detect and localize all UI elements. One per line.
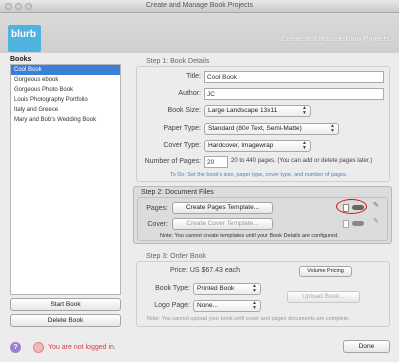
create-pages-template-button[interactable]: Create Pages Template... (172, 202, 273, 214)
step3-note: Note: You cannot upload your book until … (147, 316, 350, 322)
pages-edit-icon[interactable]: ✎ (373, 201, 379, 209)
start-book-button[interactable]: Start Book (10, 298, 121, 311)
close-window-button[interactable] (5, 3, 12, 10)
logo-page-value: None... (197, 302, 218, 309)
create-cover-template-button[interactable]: Create Cover Template... (172, 218, 273, 230)
paper-type-select[interactable]: Standard (80# Text, Semi-Matte) ▲ ▼ (204, 123, 339, 135)
zoom-window-button[interactable] (25, 3, 32, 10)
book-type-label: Book Type: (155, 285, 190, 292)
header-title: Create and Manage Book Projects (281, 36, 389, 43)
title-label: Title: (186, 73, 201, 80)
select-arrows-icon: ▲ ▼ (252, 300, 257, 311)
cover-type-select[interactable]: Hardcover, Imagewrap ▲ ▼ (204, 140, 311, 152)
book-item-italy-and-greece[interactable]: Italy and Greece (11, 105, 120, 115)
login-status-text: You are not logged in. (48, 344, 116, 351)
step2-pages-label: Pages: (146, 205, 168, 212)
title-field[interactable]: Cool Book (204, 71, 384, 83)
author-label: Author: (178, 90, 201, 97)
minimize-window-button[interactable] (15, 3, 22, 10)
pages-hint: 20 to 440 pages. (You can add or delete … (231, 158, 373, 164)
help-button[interactable]: ? (10, 342, 21, 353)
step2-title: Step 2: Document Files (141, 189, 214, 196)
book-item-mary-and-bobs-wedding-book[interactable]: Mary and Bob's Wedding Book (11, 115, 120, 125)
book-type-value: Printed Book (197, 285, 235, 292)
select-arrows-icon: ▲ ▼ (252, 283, 257, 294)
window-titlebar: Create and Manage Book Projects (0, 0, 399, 13)
author-field[interactable]: JC (204, 88, 384, 100)
price-text: Price: US $67.43 each (170, 267, 241, 274)
cover-edit-icon[interactable]: ✎ (373, 217, 379, 225)
book-item-gorgeous-ebook[interactable]: Gorgeous ebook (11, 75, 120, 85)
book-size-value: Large Landscape 13x11 (208, 107, 278, 114)
book-item-cool-book[interactable]: Cool Book (11, 65, 120, 75)
book-size-select[interactable]: Large Landscape 13x11 ▲ ▼ (204, 105, 311, 117)
step2-note: Note: You cannot create templates until … (160, 233, 339, 239)
app-header (0, 13, 399, 53)
logo-text: blurb (11, 29, 36, 40)
pages-link-icon[interactable] (352, 205, 364, 210)
volume-pricing-button[interactable]: Volume Pricing (299, 266, 352, 277)
window-title: Create and Manage Book Projects (145, 2, 253, 9)
select-arrows-icon: ▲ ▼ (302, 140, 307, 151)
book-item-gorgeous-photo-book[interactable]: Gorgeous Photo Book (11, 85, 120, 95)
delete-book-button[interactable]: Delete Book (10, 314, 121, 327)
step3-title: Step 3: Order Book (146, 253, 206, 260)
book-size-label: Book Size: (167, 107, 201, 114)
login-status-icon (33, 342, 44, 353)
step2-cover-label: Cover: (147, 221, 168, 228)
book-type-select[interactable]: Printed Book ▲ ▼ (193, 283, 261, 295)
books-list[interactable]: Cool Book Gorgeous ebook Gorgeous Photo … (10, 64, 121, 295)
books-label: Books (10, 56, 32, 63)
cover-document-icon (343, 220, 349, 228)
logo-page-label: Logo Page: (154, 302, 190, 309)
paper-type-label: Paper Type: (163, 125, 201, 132)
book-item-louis-photography-portfolio[interactable]: Louis Photography Portfolio (11, 95, 120, 105)
logo-page-select[interactable]: None... ▲ ▼ (193, 300, 261, 312)
select-arrows-icon: ▲ ▼ (330, 123, 335, 134)
done-button[interactable]: Done (343, 340, 390, 353)
pages-label: Number of Pages: (144, 158, 201, 165)
pages-field[interactable]: 20 (204, 156, 228, 168)
cover-link-icon[interactable] (352, 221, 364, 226)
upload-book-button[interactable]: Upload Book... (287, 291, 360, 303)
step1-title: Step 1: Book Details (146, 58, 210, 65)
paper-type-value: Standard (80# Text, Semi-Matte) (208, 125, 302, 132)
cover-type-label: Cover Type: (163, 142, 201, 149)
cover-type-value: Hardcover, Imagewrap (208, 142, 274, 149)
select-arrows-icon: ▲ ▼ (302, 105, 307, 116)
blurb-logo: blurb (8, 25, 41, 52)
step1-todo: To Do: Set the book's size, paper type, … (170, 172, 348, 178)
